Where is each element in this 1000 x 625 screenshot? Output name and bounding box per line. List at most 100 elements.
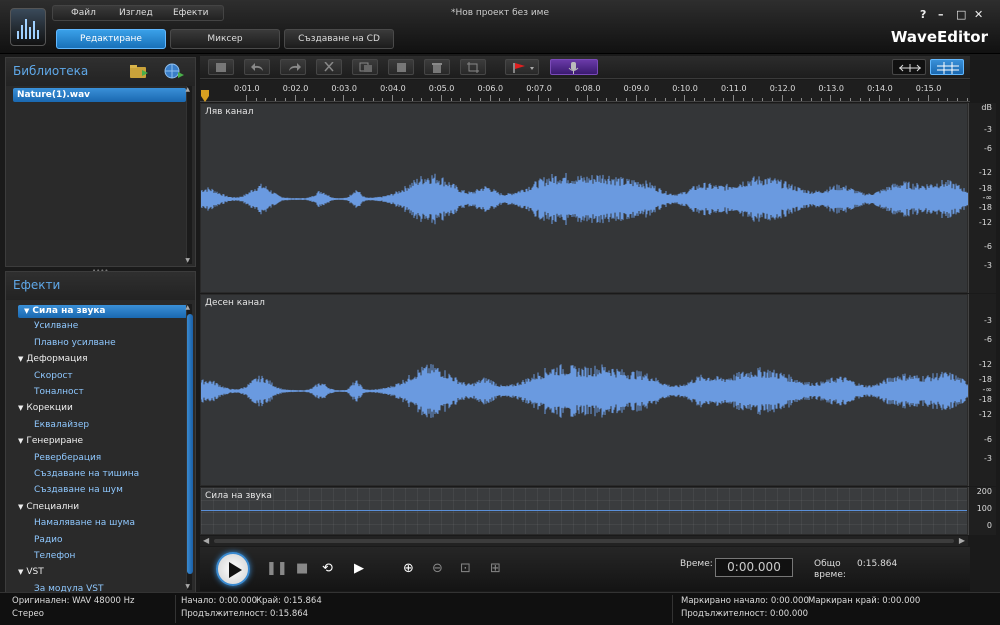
- scroll-thumb[interactable]: [187, 314, 193, 574]
- scroll-right-icon[interactable]: ▶: [959, 536, 965, 545]
- volume-envelope-line[interactable]: [201, 510, 967, 511]
- grid-view-button[interactable]: [930, 59, 964, 75]
- effects-item[interactable]: Намаляване на шума: [34, 518, 135, 528]
- scroll-track[interactable]: [214, 539, 954, 543]
- effects-panel: Ефекти ▼ Сила на звука Усилване Плавно усил…: [5, 271, 196, 593]
- timeline-scrollbar[interactable]: ◀ ▶: [200, 536, 968, 546]
- marker-button[interactable]: [505, 59, 539, 75]
- status-divider: [672, 595, 673, 623]
- expand-triangle-icon[interactable]: ▼: [18, 503, 23, 511]
- db-mark: -3: [984, 124, 992, 134]
- effects-item[interactable]: Еквалайзер: [34, 420, 89, 430]
- effects-category[interactable]: ▼ Корекции: [18, 403, 73, 413]
- web-import-icon[interactable]: [163, 62, 185, 80]
- zoom-out-icon[interactable]: ⊖: [432, 561, 443, 576]
- ruler-minor-tick: [255, 98, 257, 101]
- volume-envelope-lane[interactable]: Сила на звука: [200, 487, 968, 535]
- timeline-ruler[interactable]: 0:01.0 0:02.0 0:03.0 0:04.0 0:05.0 0:06.0 0:07…: [200, 80, 970, 102]
- expand-triangle-icon[interactable]: ▼: [18, 355, 23, 363]
- ruler-tick-label: 0:06.0: [477, 84, 504, 93]
- effects-category[interactable]: ▼ Деформация: [18, 354, 88, 364]
- ruler-minor-tick: [508, 98, 510, 101]
- left-channel-track[interactable]: Ляв канал: [200, 103, 969, 293]
- ruler-tick: [392, 95, 394, 101]
- effects-item[interactable]: Реверберация: [34, 453, 101, 463]
- tab-edit[interactable]: Редактиране: [56, 29, 166, 49]
- effects-item[interactable]: Скорост: [34, 371, 73, 381]
- maximize-button[interactable]: □: [956, 8, 966, 21]
- redo-button[interactable]: [280, 59, 306, 75]
- effects-category[interactable]: ▼ Сила на звука: [18, 305, 187, 318]
- paste-button[interactable]: [388, 59, 414, 75]
- status-duration: Продължителност: 0:15.864: [181, 609, 309, 619]
- play-selection-button[interactable]: ▶: [354, 561, 364, 576]
- ruler-tick-label: 0:03.0: [331, 84, 357, 93]
- stop-button[interactable]: ■: [296, 561, 308, 576]
- scroll-left-icon[interactable]: ◀: [203, 536, 209, 545]
- ruler-tick: [879, 95, 881, 101]
- effects-scrollbar[interactable]: ▲ ▼: [185, 304, 193, 590]
- expand-triangle-icon[interactable]: ▼: [18, 437, 23, 445]
- zoom-fit-icon[interactable]: ⊞: [490, 561, 501, 576]
- ruler-minor-tick: [606, 98, 608, 101]
- status-start: Начало: 0:00.000: [181, 596, 258, 606]
- right-channel-track[interactable]: Десен канал: [200, 294, 969, 486]
- scroll-down-icon[interactable]: ▼: [185, 257, 190, 264]
- status-end: Край: 0:15.864: [256, 596, 322, 606]
- import-folder-icon[interactable]: [128, 62, 150, 80]
- help-button[interactable]: ?: [920, 8, 926, 21]
- ruler-tick-label: 0:05.0: [428, 84, 455, 93]
- delete-button[interactable]: [424, 59, 450, 75]
- tab-cd[interactable]: Създаване на CD: [284, 29, 394, 49]
- expand-triangle-icon[interactable]: ▼: [18, 568, 23, 576]
- effects-item[interactable]: Усилване: [34, 321, 78, 331]
- brand-logo: WaveEditor: [890, 28, 988, 46]
- effects-item[interactable]: Тоналност: [34, 387, 84, 397]
- db-mark: -3: [984, 315, 992, 325]
- waveform-path: [201, 364, 969, 418]
- cut-button[interactable]: [316, 59, 342, 75]
- effects-item[interactable]: Плавно усилване: [34, 338, 116, 348]
- record-button[interactable]: [550, 59, 598, 75]
- scroll-down-icon[interactable]: ▼: [185, 583, 190, 590]
- zoom-in-icon[interactable]: ⊕: [403, 561, 414, 576]
- minimize-button[interactable]: –: [938, 8, 944, 21]
- scroll-up-icon[interactable]: ▲: [185, 86, 190, 93]
- effects-item[interactable]: Радио: [34, 535, 63, 545]
- play-button[interactable]: [216, 552, 250, 586]
- ruler-minor-tick: [908, 98, 910, 101]
- ruler-tick-label: 0:12.0: [769, 84, 796, 93]
- undo-button[interactable]: [244, 59, 270, 75]
- effects-category[interactable]: ▼ Генериране: [18, 436, 83, 446]
- ruler-minor-tick: [888, 98, 890, 101]
- loop-button[interactable]: ⟲: [322, 561, 333, 576]
- pause-button[interactable]: ❚❚: [266, 561, 288, 576]
- effects-item[interactable]: Телефон: [34, 551, 75, 561]
- effects-category[interactable]: ▼ Специални: [18, 502, 79, 512]
- tab-mixer[interactable]: Миксер: [170, 29, 280, 49]
- ruler-minor-tick: [421, 98, 423, 101]
- expand-triangle-icon[interactable]: ▼: [24, 307, 29, 315]
- effects-item[interactable]: Създаване на тишина: [34, 469, 139, 479]
- ruler-tick-label: 0:04.0: [380, 84, 406, 93]
- library-item[interactable]: Nature(1).wav: [13, 88, 186, 102]
- db-mark: -12: [978, 409, 992, 419]
- ruler-minor-tick: [353, 98, 355, 101]
- playhead-marker-icon[interactable]: [200, 90, 210, 102]
- effects-category-label: Сила на звука: [32, 306, 106, 316]
- zoom-selection-icon[interactable]: ⊡: [460, 561, 471, 576]
- effects-category-label: VST: [26, 567, 44, 578]
- effects-item[interactable]: Създаване на шум: [34, 485, 123, 495]
- db-mark: -∞: [982, 385, 992, 394]
- scroll-up-icon[interactable]: ▲: [185, 304, 190, 311]
- window-title: *Нов проект без име: [450, 8, 550, 18]
- fit-view-button[interactable]: [892, 59, 926, 75]
- close-button[interactable]: ✕: [974, 8, 983, 21]
- ruler-minor-tick: [333, 98, 335, 101]
- save-button[interactable]: [208, 59, 234, 75]
- library-scrollbar[interactable]: ▲ ▼: [185, 86, 192, 264]
- copy-button[interactable]: [352, 59, 378, 75]
- effects-category[interactable]: ▼ VST: [18, 567, 44, 577]
- crop-button[interactable]: [460, 59, 486, 75]
- expand-triangle-icon[interactable]: ▼: [18, 404, 23, 412]
